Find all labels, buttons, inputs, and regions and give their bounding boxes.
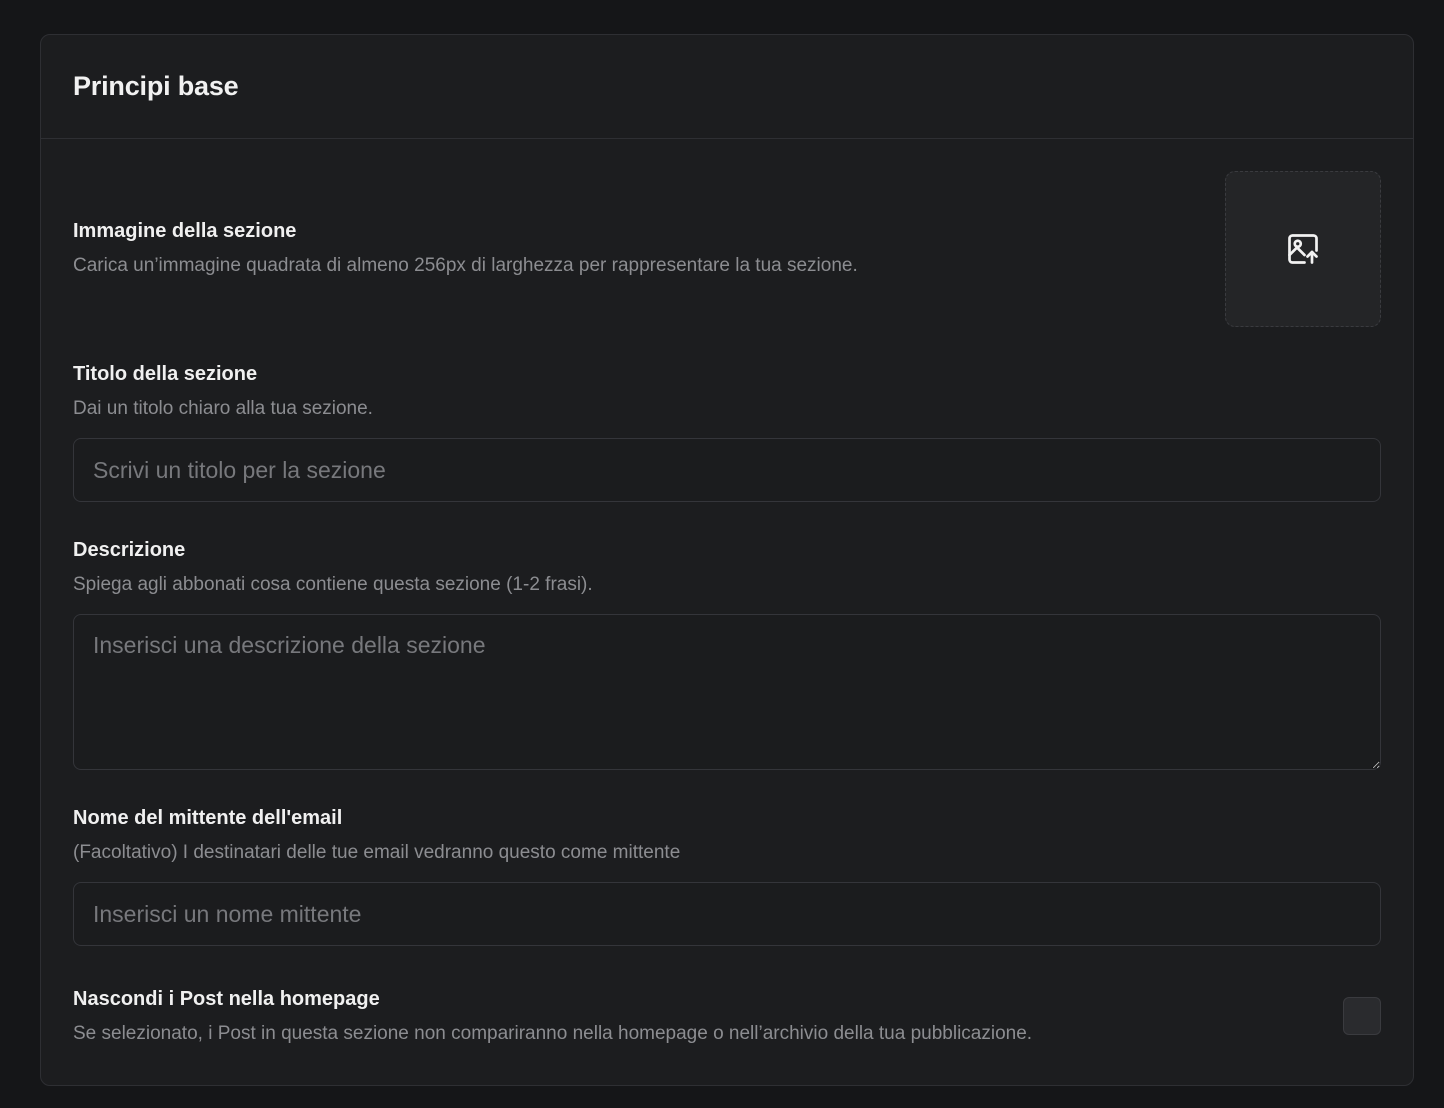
sender-name-help: (Facoltativo) I destinatari delle tue em…: [73, 842, 681, 863]
hide-posts-text: Nascondi i Post nella homepage Se selezi…: [73, 988, 1032, 1045]
hide-posts-help: Se selezionato, i Post in questa sezione…: [73, 1023, 1033, 1044]
section-title-label: Titolo della sezione: [73, 363, 258, 385]
image-upload-icon: [1288, 234, 1318, 264]
section-image-text: Immagine della sezione Carica un’immagin…: [73, 220, 858, 277]
section-title-help: Dai un titolo chiaro alla tua sezione.: [73, 398, 373, 419]
description-help: Spiega agli abbonati cosa contiene quest…: [73, 574, 593, 595]
description-text: Descrizione Spiega agli abbonati cosa co…: [73, 539, 593, 596]
hide-posts-checkbox[interactable]: [1343, 997, 1381, 1035]
basics-card: Principi base Immagine della sezione Car…: [40, 34, 1414, 1086]
section-title-input[interactable]: [73, 438, 1381, 502]
hide-posts-label: Nascondi i Post nella homepage: [73, 988, 380, 1010]
description-label: Descrizione: [73, 539, 186, 561]
section-title-text: Titolo della sezione Dai un titolo chiar…: [73, 363, 373, 420]
section-image-label: Immagine della sezione: [73, 220, 297, 242]
sender-name-label: Nome del mittente dell'email: [73, 807, 343, 829]
description-textarea[interactable]: [73, 614, 1381, 770]
sender-name-input[interactable]: [73, 882, 1381, 946]
section-image-help: Carica un’immagine quadrata di almeno 25…: [73, 255, 858, 276]
section-image-upload-button[interactable]: [1225, 171, 1381, 327]
sender-name-text: Nome del mittente dell'email (Facoltativ…: [73, 807, 680, 864]
card-header: Principi base: [41, 35, 1413, 139]
card-title: Principi base: [73, 71, 239, 101]
